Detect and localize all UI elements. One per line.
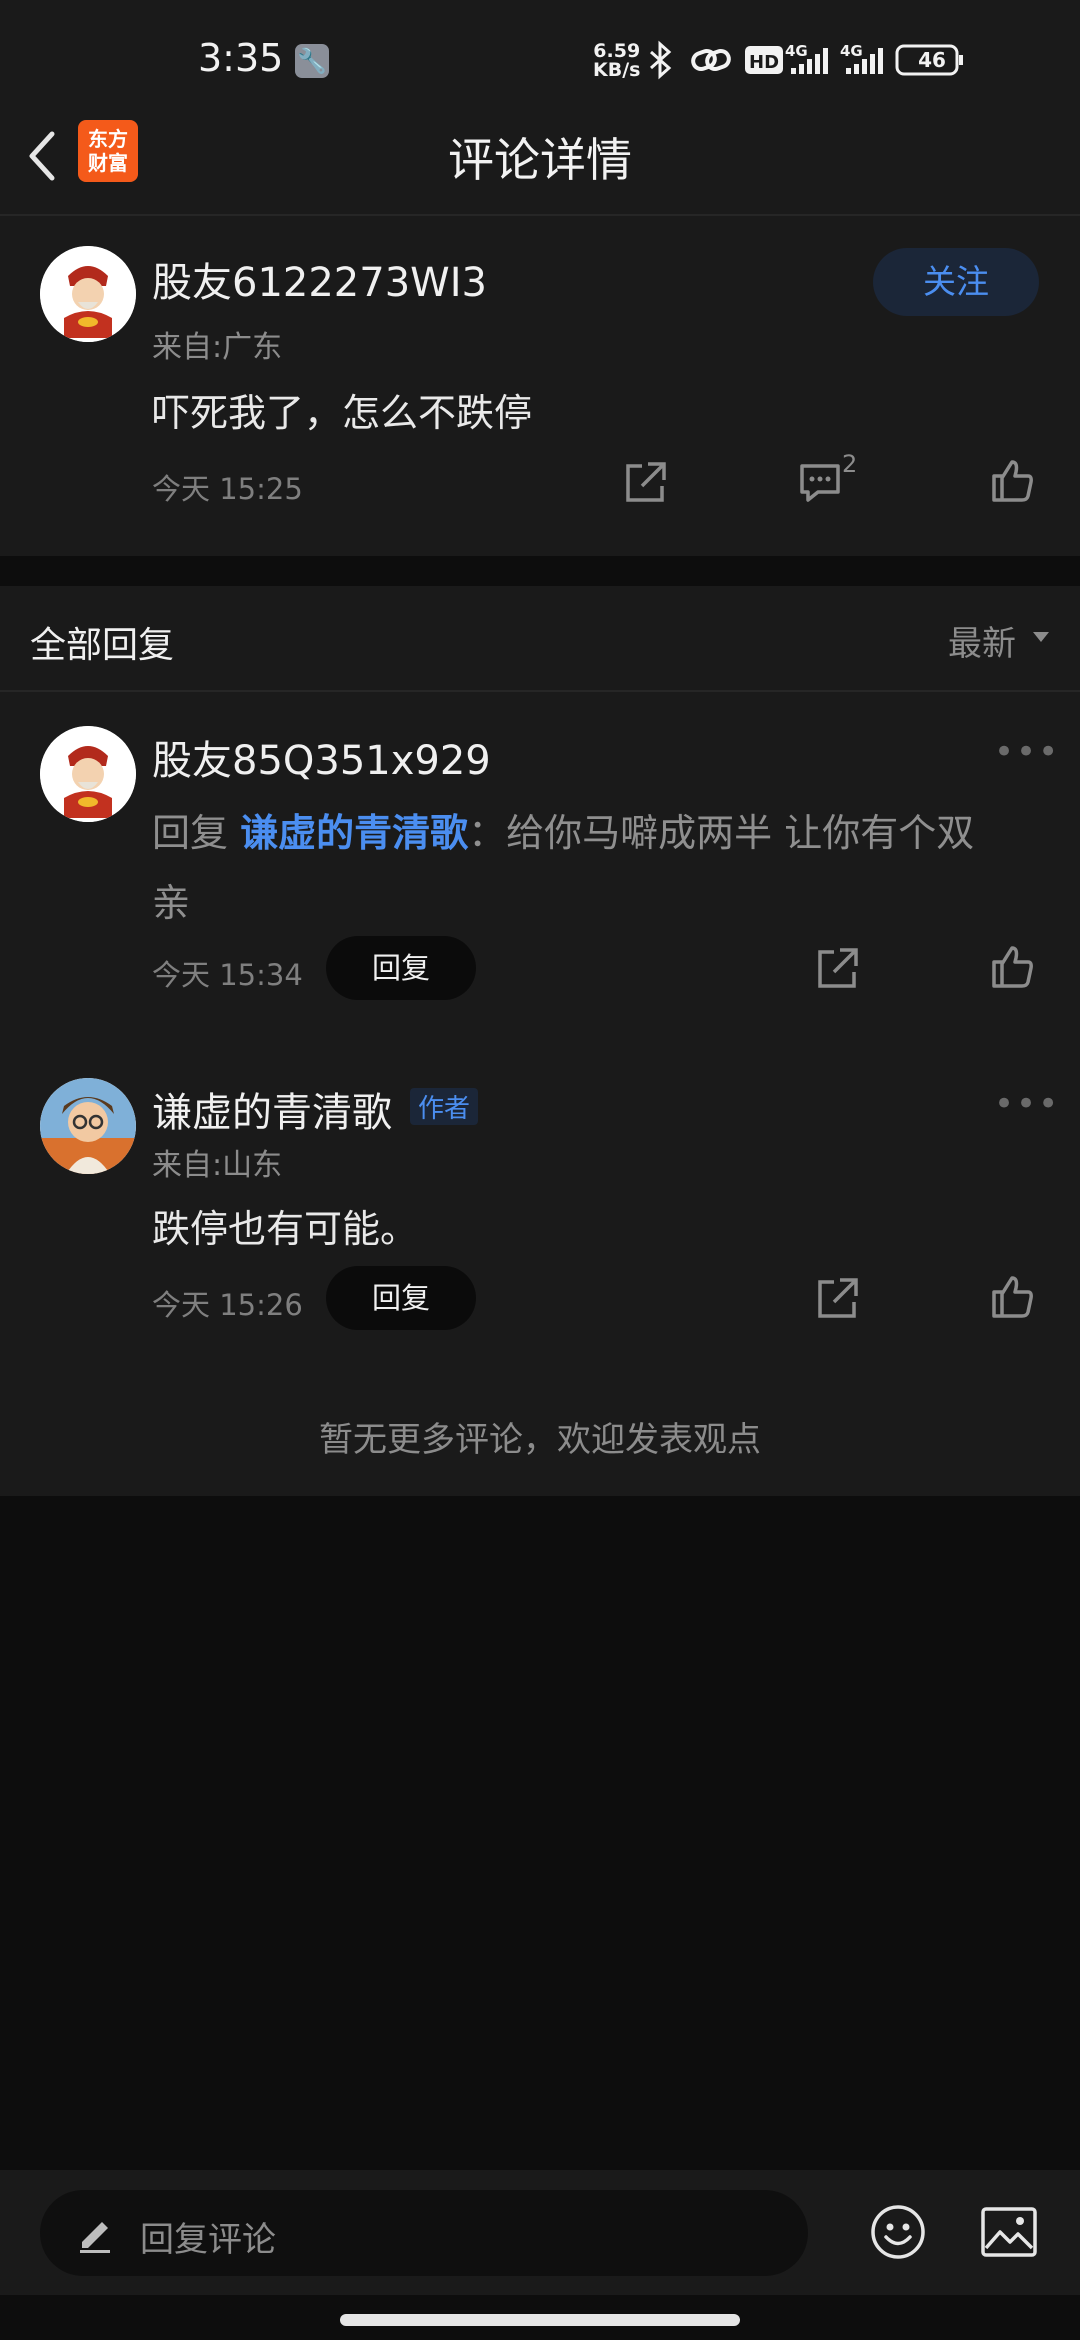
page-title: 评论详情 (448, 133, 632, 187)
sort-dropdown[interactable]: 最新 (948, 616, 1016, 665)
reply-username[interactable]: 谦虚的青清歌 (152, 1080, 392, 1138)
fortune-god-avatar-icon (40, 246, 136, 342)
reply-button[interactable]: 回复 (326, 1266, 476, 1330)
avatar[interactable] (40, 726, 136, 822)
reply-time: 今天 15:34 (152, 958, 303, 992)
reply-text-line-1: ：给你马噼成两半 让你有个双 (468, 811, 975, 855)
pencil-icon (80, 2222, 110, 2253)
bluetooth-icon (650, 40, 672, 80)
wrench-icon: 🔧 (295, 44, 329, 78)
home-indicator[interactable] (340, 2314, 740, 2326)
no-more-comments: 暂无更多评论，欢迎发表观点 (319, 1420, 761, 1460)
author-badge: 作者 (410, 1088, 479, 1125)
link-icon (691, 48, 731, 72)
reply-username[interactable]: 股友85Q351x929 (152, 728, 491, 786)
status-time: 3:35 (198, 36, 284, 80)
reply-to-user-link[interactable]: 谦虚的青清歌 (240, 811, 468, 855)
section-gap (0, 556, 1080, 586)
post-location: 来自:广东 (152, 330, 283, 365)
cartoon-boy-avatar-icon (40, 1078, 136, 1174)
reply-input-placeholder: 回复评论 (140, 2220, 276, 2260)
network-speed-unit: KB/s (593, 59, 641, 81)
reply-text-line-2: 亲 (152, 881, 191, 925)
svg-text:HD: HD (749, 52, 779, 73)
comment-icon[interactable] (796, 458, 844, 506)
post-username[interactable]: 股友6122273WI3 (152, 250, 487, 308)
share-icon[interactable] (622, 458, 670, 506)
replies-divider (0, 690, 1080, 692)
reply-location: 来自:山东 (152, 1148, 283, 1183)
replies-card (0, 586, 1080, 1496)
reply-content: 跌停也有可能。 (152, 1207, 419, 1251)
post-time: 今天 15:25 (152, 472, 303, 506)
more-options-icon[interactable]: ••• (994, 732, 1060, 772)
battery-level: 46 (918, 48, 946, 72)
svg-text:4G: 4G (785, 42, 808, 60)
emoji-icon[interactable] (870, 2204, 926, 2260)
share-icon[interactable] (814, 1274, 862, 1322)
all-replies-label: 全部回复 (30, 625, 175, 666)
avatar[interactable] (40, 246, 136, 342)
caret-down-icon[interactable] (1032, 630, 1050, 644)
network-speed: 6.59 KB/s (593, 42, 640, 80)
like-icon[interactable] (988, 1272, 1036, 1320)
more-options-icon[interactable]: ••• (994, 1084, 1060, 1124)
follow-button[interactable]: 关注 (873, 248, 1039, 316)
image-icon[interactable] (980, 2206, 1038, 2258)
reply-prefix: 回复 (152, 811, 241, 855)
post-content: 吓死我了，怎么不跌停 (152, 391, 533, 435)
reply-time: 今天 15:26 (152, 1288, 303, 1322)
like-icon[interactable] (988, 942, 1036, 990)
share-icon[interactable] (814, 944, 862, 992)
comment-count: 2 (842, 450, 858, 478)
svg-text:4G: 4G (840, 42, 863, 60)
like-icon[interactable] (988, 456, 1036, 504)
status-icons: HD 4G 4G (650, 40, 963, 80)
fortune-god-avatar-icon (40, 726, 136, 822)
reply-content: 回复 谦虚的青清歌：给你马噼成两半 让你有个双 亲 (152, 798, 1052, 938)
avatar[interactable] (40, 1078, 136, 1174)
reply-button[interactable]: 回复 (326, 936, 476, 1000)
